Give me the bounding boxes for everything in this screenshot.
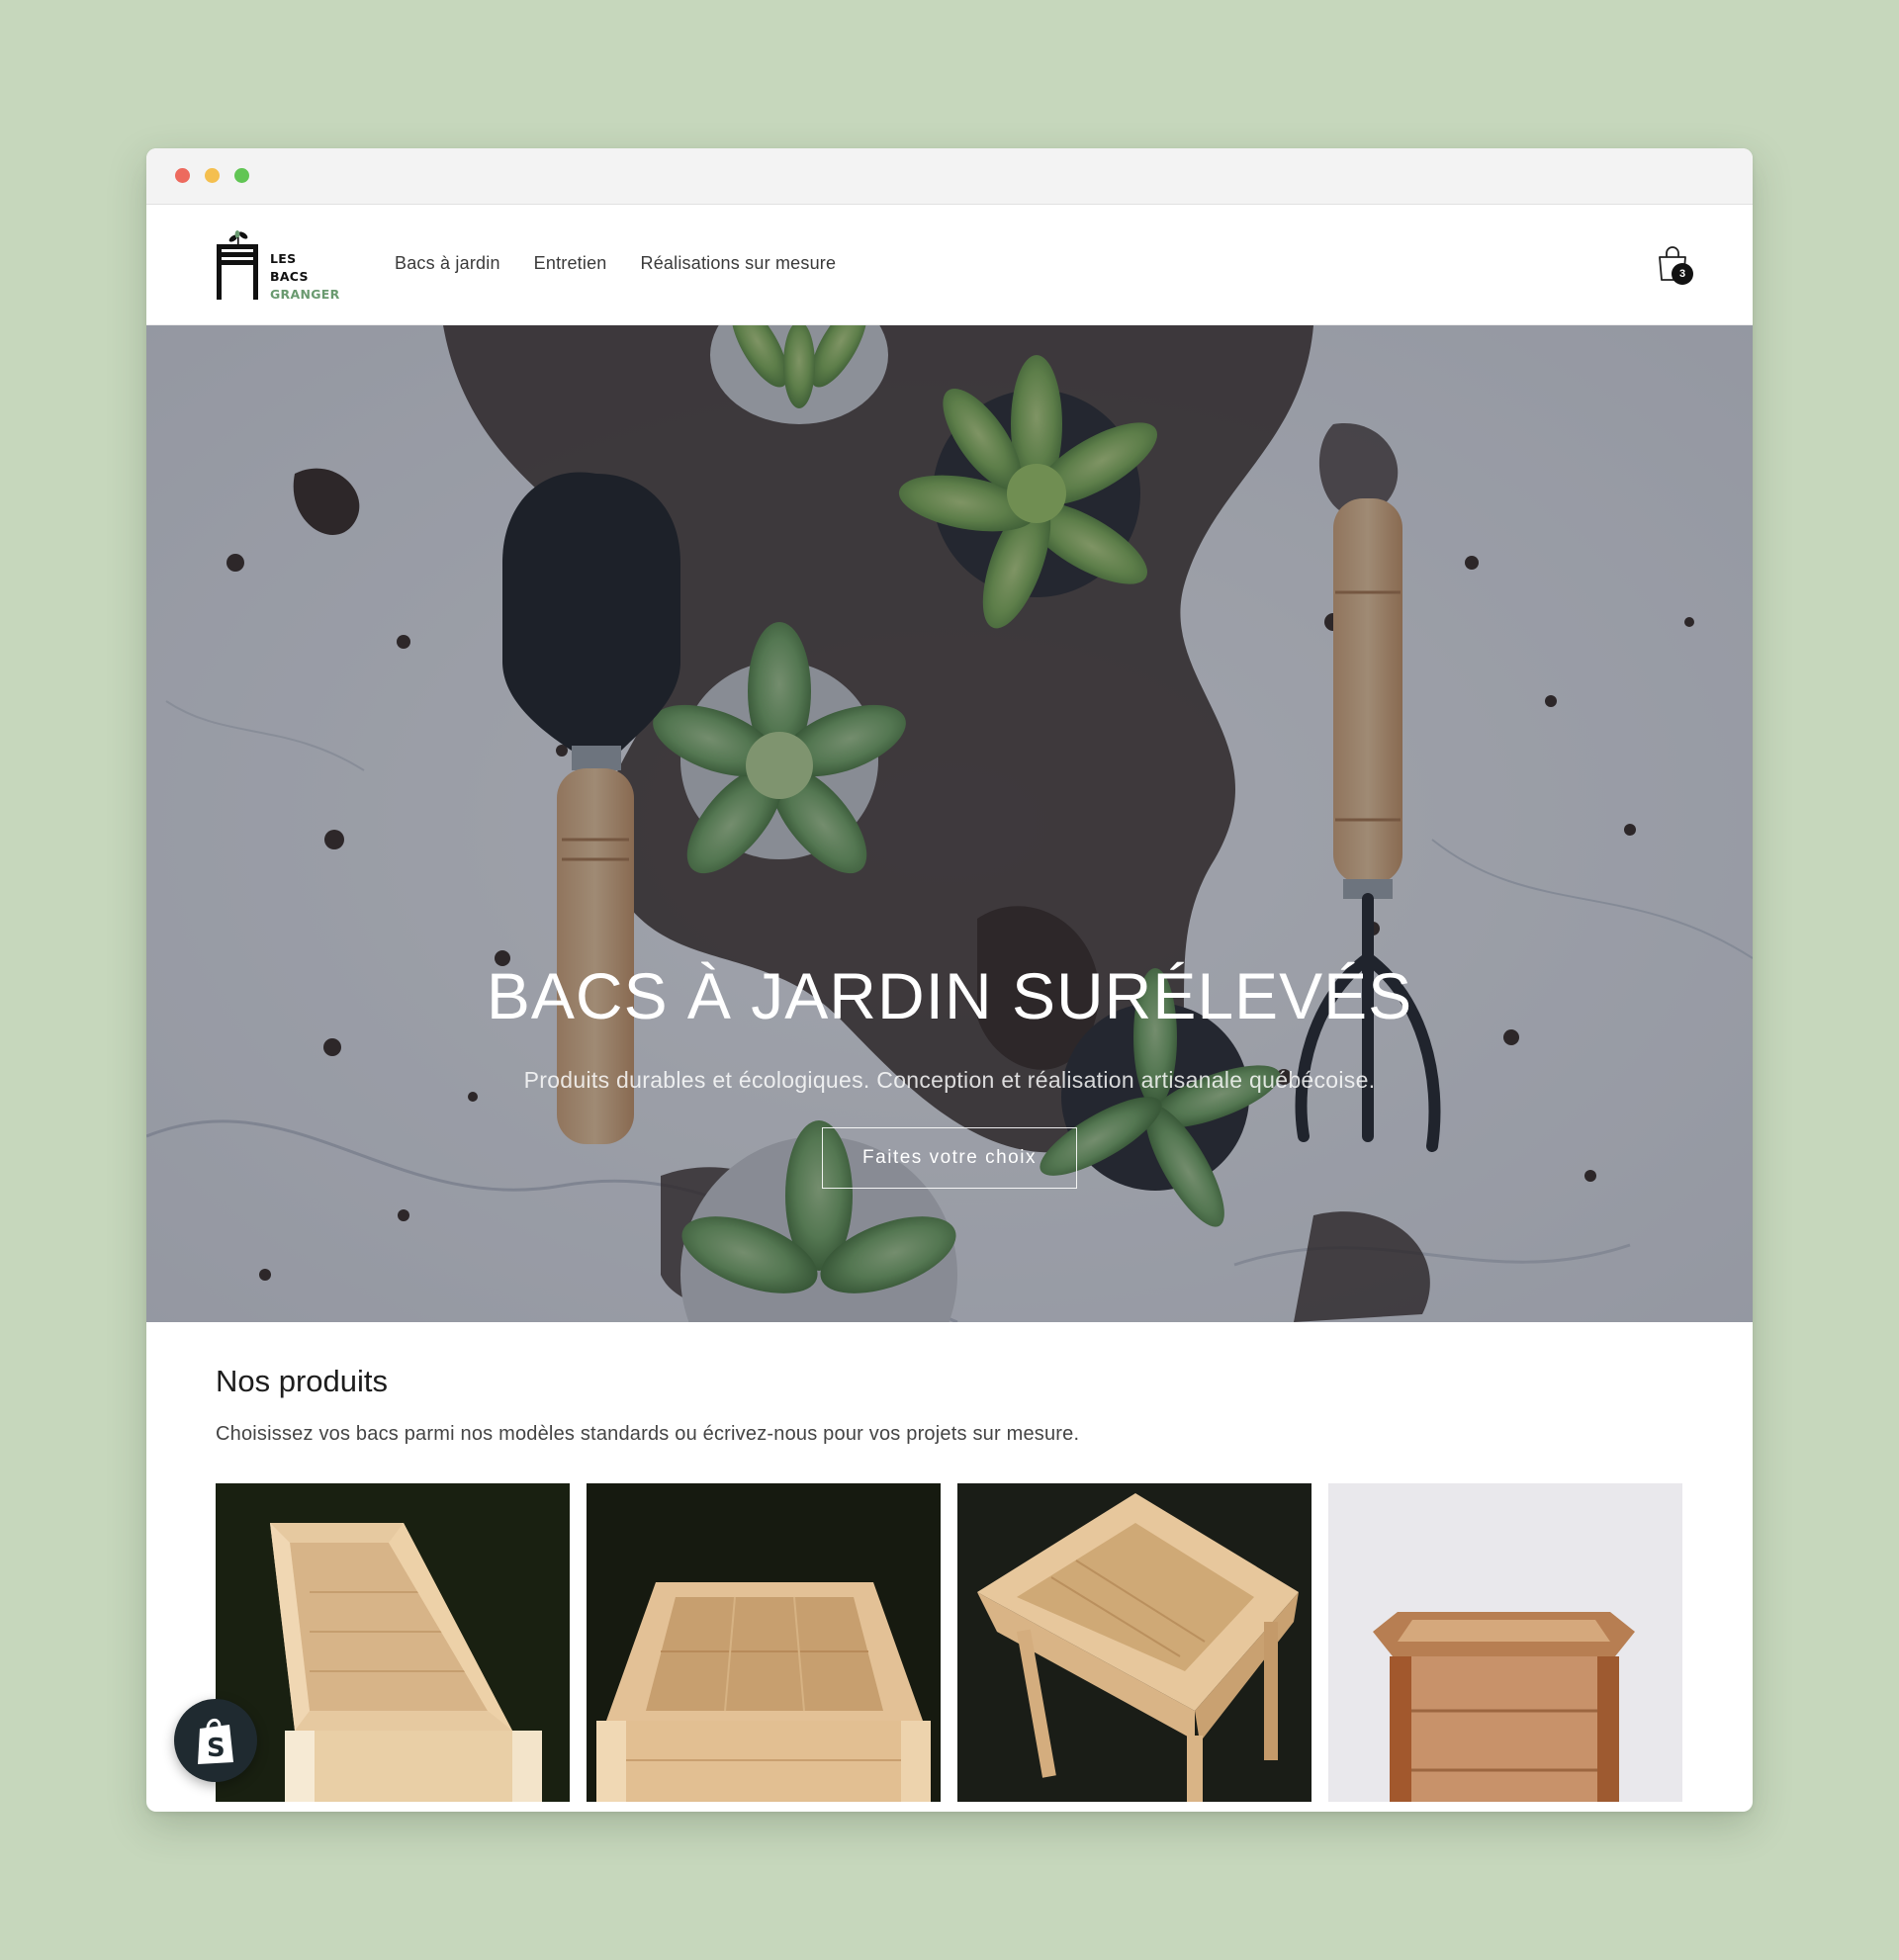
close-window-button[interactable] [175, 168, 190, 183]
hero-banner: BACS À JARDIN SURÉLEVÉS Produits durable… [146, 325, 1753, 1322]
product-image-cedar-planter-long [216, 1483, 570, 1802]
hero-cta-button[interactable]: Faites votre choix [822, 1127, 1077, 1189]
minimize-window-button[interactable] [205, 168, 220, 183]
cart-button[interactable]: 3 [1656, 244, 1695, 288]
logo-line-1: LES [270, 251, 297, 266]
products-heading: Nos produits [216, 1364, 389, 1398]
product-card-3[interactable] [957, 1483, 1311, 1802]
product-card-2[interactable] [587, 1483, 941, 1802]
cart-count-badge: 3 [1672, 263, 1693, 285]
hero-content: BACS À JARDIN SURÉLEVÉS Produits durable… [146, 958, 1753, 1189]
logo-wordmark: LES BACS GRANGER [270, 250, 340, 304]
nav-item-realisations[interactable]: Réalisations sur mesure [641, 253, 837, 274]
products-description: Choisissez vos bacs parmi nos modèles st… [216, 1423, 1080, 1445]
nav-item-entretien[interactable]: Entretien [534, 253, 607, 274]
shopify-bag-icon: S [198, 1719, 233, 1764]
product-image-cedar-planter-rectangular [587, 1483, 941, 1802]
product-image-cedar-planter-square-legs [957, 1483, 1311, 1802]
products-section: Nos produits Choisissez vos bacs parmi n… [146, 1322, 1753, 1802]
product-grid [216, 1483, 1683, 1802]
store-logo[interactable]: LES BACS GRANGER [214, 230, 352, 302]
logo-line-2: BACS [270, 269, 309, 284]
browser-window: LES BACS GRANGER Bacs à jardin Entretien… [146, 148, 1753, 1812]
product-card-4[interactable] [1328, 1483, 1682, 1802]
nav-item-bacs-a-jardin[interactable]: Bacs à jardin [395, 253, 500, 274]
svg-text:S: S [207, 1734, 226, 1763]
shopify-badge-button[interactable]: S [174, 1699, 257, 1782]
hero-title: BACS À JARDIN SURÉLEVÉS [486, 959, 1413, 1032]
planter-logo-icon [217, 230, 258, 300]
site-header: LES BACS GRANGER Bacs à jardin Entretien… [146, 205, 1753, 325]
logo-line-3: GRANGER [270, 287, 340, 302]
maximize-window-button[interactable] [234, 168, 249, 183]
main-nav: Bacs à jardin Entretien Réalisations sur… [395, 253, 869, 274]
hero-subtitle: Produits durables et écologiques. Concep… [523, 1067, 1376, 1093]
product-card-1[interactable] [216, 1483, 570, 1802]
product-image-reclaimed-wood-planter [1328, 1483, 1682, 1802]
browser-titlebar [146, 148, 1753, 205]
